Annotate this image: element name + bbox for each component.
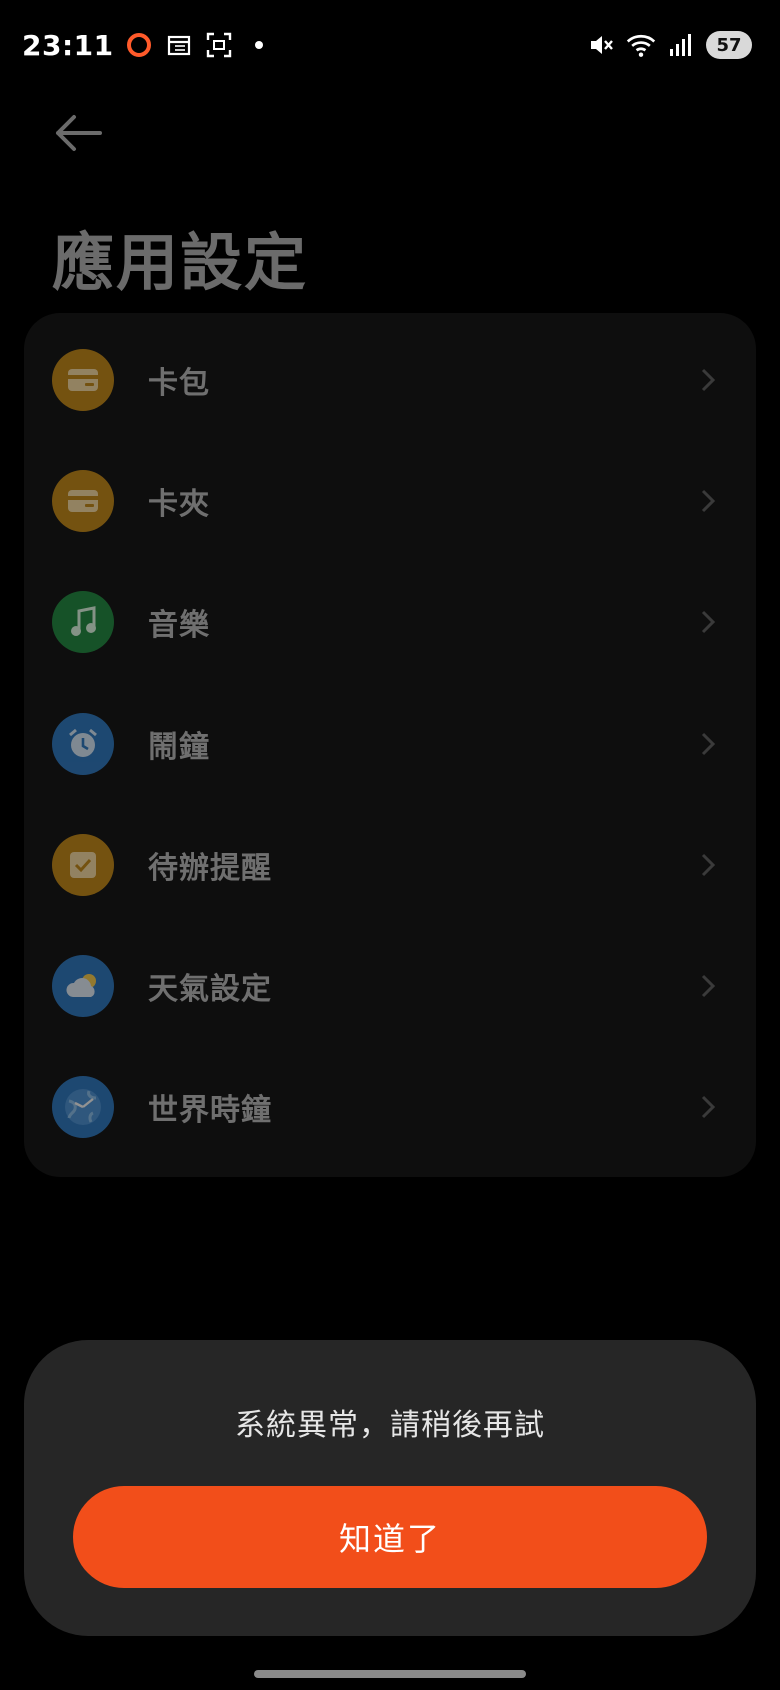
list-item-label: 音樂 — [148, 608, 210, 644]
record-icon — [124, 30, 154, 60]
status-bar-right: 57 — [586, 30, 752, 60]
list-item-label: 待辦提醒 — [148, 850, 272, 886]
list-item-world-clock[interactable]: 世界時鐘 — [24, 1047, 756, 1168]
list-item-weather-settings[interactable]: 天氣設定 — [24, 925, 756, 1046]
music-note-icon — [52, 591, 114, 654]
weather-icon — [52, 955, 114, 1018]
mute-icon — [586, 30, 616, 60]
screenshot-icon — [204, 30, 234, 60]
settings-list: 卡包 卡夾 音樂 鬧鐘 待辦提醒 天氣設定 世界時鐘 — [24, 313, 756, 1177]
back-button[interactable] — [52, 108, 112, 158]
status-time: 23:11 — [22, 28, 114, 62]
arrow-left-icon — [56, 115, 102, 151]
list-item-label: 天氣設定 — [148, 972, 272, 1008]
chevron-right-icon — [701, 732, 716, 755]
card-icon — [52, 469, 114, 532]
list-item-label: 卡包 — [148, 365, 210, 401]
chevron-right-icon — [701, 368, 716, 391]
world-clock-icon — [52, 1076, 114, 1139]
chevron-right-icon — [701, 853, 716, 876]
chevron-right-icon — [701, 975, 716, 998]
alarm-clock-icon — [52, 712, 114, 775]
checkbox-icon — [52, 833, 114, 896]
error-dialog: 系統異常，請稍後再試 知道了 — [24, 1340, 756, 1636]
list-item-card-pack[interactable]: 卡包 — [24, 319, 756, 440]
confirm-button[interactable]: 知道了 — [73, 1486, 707, 1588]
dot-icon — [244, 30, 274, 60]
list-item-alarm[interactable]: 鬧鐘 — [24, 683, 756, 804]
status-bar-left: 23:11 — [22, 29, 274, 62]
list-item-todo-reminder[interactable]: 待辦提醒 — [24, 804, 756, 925]
chevron-right-icon — [701, 1096, 716, 1119]
app-settings-screen: 23:11 57 應用設定 卡包 卡夾 音樂 鬧鐘 待辦提醒 天氣設定 世界時鐘… — [0, 0, 780, 1690]
list-item-music[interactable]: 音樂 — [24, 562, 756, 683]
chevron-right-icon — [701, 611, 716, 634]
calendar-icon — [164, 30, 194, 60]
card-icon — [52, 348, 114, 411]
page-title: 應用設定 — [52, 226, 309, 299]
signal-icon — [666, 30, 696, 60]
list-item-label: 卡夾 — [148, 486, 210, 522]
status-bar: 23:11 57 — [0, 0, 780, 90]
battery-icon: 57 — [706, 31, 752, 59]
list-item-label: 世界時鐘 — [148, 1093, 272, 1129]
chevron-right-icon — [701, 489, 716, 512]
list-item-label: 鬧鐘 — [148, 729, 210, 765]
wifi-icon — [626, 30, 656, 60]
home-indicator[interactable] — [254, 1670, 526, 1678]
list-item-card-holder[interactable]: 卡夾 — [24, 440, 756, 561]
dialog-message: 系統異常，請稍後再試 — [235, 1408, 545, 1443]
